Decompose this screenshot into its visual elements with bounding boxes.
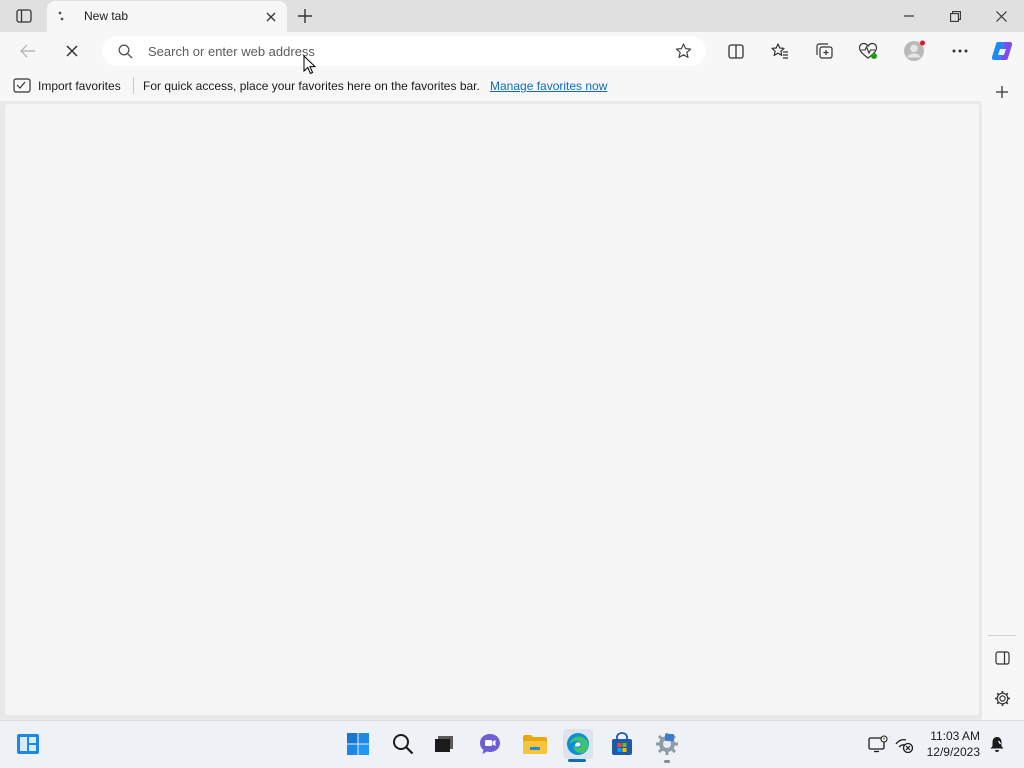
restore-button[interactable] — [942, 6, 968, 26]
add-favorite-button[interactable] — [672, 41, 694, 61]
edge-sidebar — [982, 70, 1024, 720]
clock-date[interactable]: 12/9/2023 — [927, 745, 980, 759]
tab-title: New tab — [84, 9, 129, 23]
sidebar-divider — [988, 635, 1016, 636]
teams-chat-button[interactable] — [476, 730, 504, 758]
widgets-button[interactable] — [14, 731, 42, 757]
microsoft-store-button[interactable] — [608, 730, 636, 758]
running-app-indicator — [664, 760, 670, 763]
minimize-button[interactable] — [896, 6, 922, 26]
store-bag-icon — [612, 732, 632, 755]
folder-icon — [523, 735, 547, 754]
copilot-icon — [991, 42, 1013, 60]
close-window-button[interactable] — [988, 6, 1014, 26]
restore-icon — [949, 10, 961, 22]
notifications-tray-button[interactable] — [866, 734, 890, 754]
edge-browser-icon — [567, 733, 589, 755]
back-arrow-icon — [20, 44, 35, 58]
chat-icon — [480, 734, 500, 754]
favorites-bar-message: For quick access, place your favorites h… — [143, 79, 480, 93]
close-icon — [995, 10, 1007, 22]
heart-pulse-icon — [858, 42, 878, 59]
new-tab-button[interactable] — [293, 5, 317, 27]
settings-app-button[interactable] — [653, 730, 681, 758]
file-explorer-button[interactable] — [520, 730, 550, 758]
control-panel-icon — [656, 733, 678, 755]
close-tab-icon[interactable] — [262, 8, 280, 26]
task-view-icon — [435, 736, 453, 752]
browser-essentials-button[interactable] — [856, 40, 880, 62]
search-icon — [393, 734, 414, 755]
plus-icon — [996, 86, 1008, 98]
more-icon — [952, 49, 968, 53]
profile-avatar-icon — [904, 40, 925, 61]
address-placeholder: Search or enter web address — [148, 44, 315, 59]
stop-button[interactable] — [60, 40, 84, 62]
clock-time[interactable]: 11:03 AM — [930, 729, 980, 743]
import-favorites-button[interactable]: Import favorites — [38, 79, 121, 93]
collections-button[interactable] — [812, 40, 836, 62]
network-disconnected-icon — [895, 738, 914, 753]
manage-favorites-link[interactable]: Manage favorites now — [490, 79, 607, 93]
windows-logo-icon — [347, 733, 369, 755]
plus-icon — [298, 9, 312, 23]
bell-icon — [990, 737, 1004, 752]
screen-notification-icon — [868, 735, 888, 753]
more-button[interactable] — [948, 40, 972, 62]
favorites-divider — [133, 77, 134, 94]
hide-sidebar-button[interactable] — [992, 648, 1012, 668]
split-screen-icon — [728, 43, 744, 59]
edge-taskbar-button[interactable] — [563, 729, 593, 759]
network-volume-tray-button[interactable] — [892, 734, 916, 754]
page-content[interactable] — [4, 103, 980, 716]
sidebar-panel-icon — [994, 651, 1010, 665]
collections-icon — [815, 43, 833, 59]
taskbar-search-button[interactable] — [389, 730, 417, 758]
task-view-button[interactable] — [430, 730, 458, 758]
minimize-icon — [904, 15, 914, 17]
search-icon — [116, 42, 134, 60]
gear-icon — [994, 690, 1010, 706]
star-icon — [675, 43, 691, 58]
split-screen-button[interactable] — [724, 40, 748, 62]
edge-active-indicator — [568, 759, 586, 762]
mouse-cursor-icon — [302, 54, 316, 76]
import-favorites-icon[interactable] — [12, 76, 32, 94]
browser-tab[interactable] — [47, 1, 287, 33]
sidebar-settings-button[interactable] — [992, 688, 1012, 708]
favorites-button[interactable] — [768, 40, 792, 62]
loading-spinner-icon — [54, 8, 70, 24]
profile-button[interactable] — [900, 38, 928, 64]
start-button[interactable] — [344, 730, 372, 758]
stop-icon — [66, 45, 78, 57]
favorites-icon — [771, 43, 788, 59]
back-button[interactable] — [16, 40, 40, 62]
tab-actions-icon[interactable] — [12, 6, 36, 26]
widgets-icon — [17, 734, 39, 754]
sidebar-add-button[interactable] — [992, 82, 1012, 102]
notification-center-button[interactable] — [986, 734, 1008, 754]
copilot-button[interactable] — [988, 38, 1016, 64]
